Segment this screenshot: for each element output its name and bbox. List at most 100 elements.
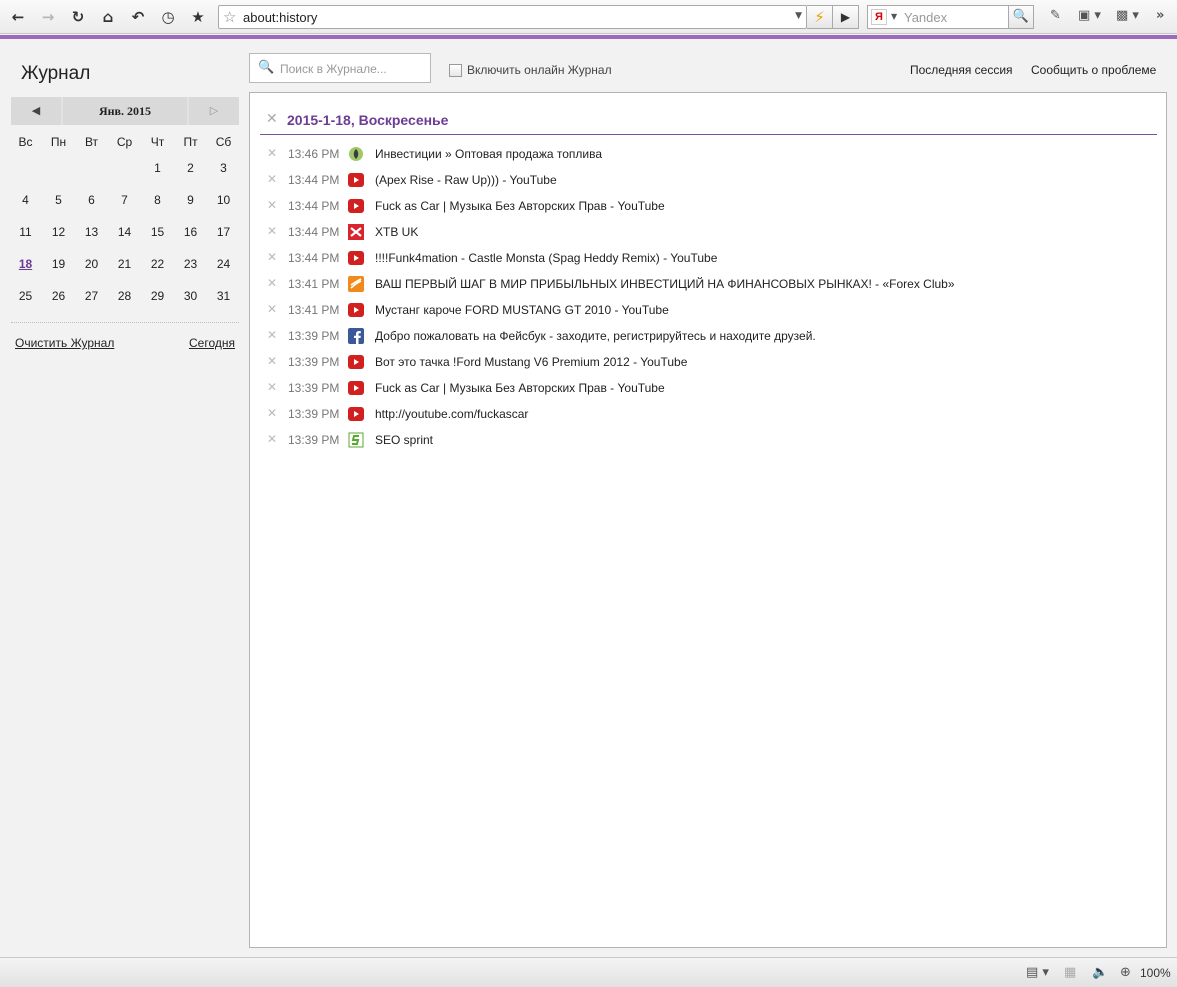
star-outline-icon[interactable]: ☆ <box>223 8 236 26</box>
entry-title-link[interactable]: !!!!Funk4mation - Castle Monsta (Spag He… <box>375 251 717 265</box>
calendar-day[interactable]: 4 <box>9 193 42 207</box>
calendar-day[interactable]: 13 <box>75 225 108 239</box>
history-entry[interactable]: ✕ 13:46 PM Инвестиции » Оптовая продажа то… <box>260 141 1157 167</box>
calendar-day[interactable]: 8 <box>141 193 174 207</box>
remove-entry-icon[interactable]: ✕ <box>267 198 277 212</box>
calendar-day[interactable]: 12 <box>42 225 75 239</box>
calendar-day[interactable]: 20 <box>75 257 108 271</box>
calendar-day[interactable]: 29 <box>141 289 174 303</box>
calendar-day[interactable]: 10 <box>207 193 240 207</box>
web-search-input[interactable]: Yandex <box>904 10 947 25</box>
back-icon[interactable]: ← <box>8 7 28 27</box>
calendar-day[interactable]: 14 <box>108 225 141 239</box>
remove-entry-icon[interactable]: ✕ <box>267 302 277 316</box>
remove-entry-icon[interactable]: ✕ <box>267 146 277 160</box>
address-bar[interactable]: ☆ about:history ▼ <box>218 5 807 29</box>
calendar-day[interactable]: 30 <box>174 289 207 303</box>
history-entry[interactable]: ✕ 13:39 PM http://youtube.com/fuckascar <box>260 401 1157 427</box>
remove-entry-icon[interactable]: ✕ <box>267 276 277 290</box>
history-entry[interactable]: ✕ 13:39 PM Добро пожаловать на Фейсбук - з… <box>260 323 1157 349</box>
last-session-link[interactable]: Последняя сессия <box>910 63 1013 77</box>
address-text[interactable]: about:history <box>243 10 317 25</box>
entry-title-link[interactable]: http://youtube.com/fuckascar <box>375 407 528 421</box>
reload-icon[interactable]: ↻ <box>68 7 88 27</box>
search-icon[interactable]: 🔍 <box>1008 6 1033 28</box>
calendar-day[interactable]: 7 <box>108 193 141 207</box>
entry-title-link[interactable]: Fuck as Car | Музыка Без Авторских Прав … <box>375 381 665 395</box>
online-history-label[interactable]: Включить онлайн Журнал <box>467 63 612 77</box>
calendar-day[interactable]: 5 <box>42 193 75 207</box>
chevron-down-icon[interactable]: ▼ <box>795 11 802 21</box>
calendar-day[interactable]: 18 <box>9 257 42 271</box>
calendar-day[interactable]: 21 <box>108 257 141 271</box>
volume-icon[interactable]: 🔈 <box>1092 965 1108 980</box>
web-search-box[interactable]: Я ▼ Yandex 🔍 <box>867 5 1034 29</box>
image-icon[interactable]: ▦ <box>1064 965 1076 980</box>
lightning-icon[interactable]: ⚡ <box>807 5 833 29</box>
calendar-day[interactable]: 3 <box>207 161 240 175</box>
calendar-day[interactable]: 6 <box>75 193 108 207</box>
entry-title-link[interactable]: Вот это тачка !Ford Mustang V6 Premium 2… <box>375 355 687 369</box>
forward-icon[interactable]: → <box>38 7 58 27</box>
history-search-box[interactable]: 🔍 Поиск в Журнале... <box>249 53 431 83</box>
calendar-day[interactable]: 26 <box>42 289 75 303</box>
clear-history-link[interactable]: Очистить Журнал <box>15 336 114 350</box>
history-entry[interactable]: ✕ 13:39 PM SEO sprint <box>260 427 1157 453</box>
history-entry[interactable]: ✕ 13:44 PM Fuck as Car | Музыка Без Авторс… <box>260 193 1157 219</box>
calendar-day[interactable]: 23 <box>174 257 207 271</box>
remove-entry-icon[interactable]: ✕ <box>267 224 277 238</box>
puzzle-icon[interactable]: ▩ ▾ <box>1116 8 1139 26</box>
zoom-level[interactable]: 100% <box>1140 966 1171 980</box>
entry-title-link[interactable]: SEO sprint <box>375 433 433 447</box>
remove-entry-icon[interactable]: ✕ <box>267 354 277 368</box>
calendar-day[interactable]: 22 <box>141 257 174 271</box>
history-icon[interactable]: ◷ <box>158 7 178 27</box>
calendar-day[interactable]: 28 <box>108 289 141 303</box>
entry-title-link[interactable]: (Apex Rise - Raw Up))) - YouTube <box>375 173 557 187</box>
calendar-day[interactable]: 25 <box>9 289 42 303</box>
calendar-day[interactable]: 17 <box>207 225 240 239</box>
online-history-checkbox[interactable] <box>449 64 462 77</box>
prev-month-button[interactable]: ◀ <box>11 97 61 125</box>
remove-entry-icon[interactable]: ✕ <box>267 172 277 186</box>
home-icon[interactable]: ⌂ <box>98 7 118 27</box>
calendar-day[interactable]: 24 <box>207 257 240 271</box>
history-search-input[interactable]: Поиск в Журнале... <box>280 62 387 76</box>
history-entry[interactable]: ✕ 13:44 PM !!!!Funk4mation - Castle Monsta… <box>260 245 1157 271</box>
remove-entry-icon[interactable]: ✕ <box>267 380 277 394</box>
zoom-icon[interactable]: ⊕ <box>1120 965 1131 980</box>
remove-entry-icon[interactable]: ✕ <box>267 406 277 420</box>
pencil-icon[interactable]: ✎ <box>1050 8 1061 26</box>
go-icon[interactable]: ▶ <box>833 5 859 29</box>
calendar-day[interactable]: 11 <box>9 225 42 239</box>
history-entry[interactable]: ✕ 13:41 PM Мустанг кароче FORD MUSTANG GT … <box>260 297 1157 323</box>
calendar-day[interactable]: 1 <box>141 161 174 175</box>
calendar-day[interactable]: 27 <box>75 289 108 303</box>
calendar-day[interactable]: 31 <box>207 289 240 303</box>
history-entry[interactable]: ✕ 13:39 PM Fuck as Car | Музыка Без Авторс… <box>260 375 1157 401</box>
calendar-day[interactable]: 19 <box>42 257 75 271</box>
next-month-button[interactable]: ▷ <box>189 97 239 125</box>
history-entry[interactable]: ✕ 13:39 PM Вот это тачка !Ford Mustang V6 … <box>260 349 1157 375</box>
yandex-engine-icon[interactable]: Я <box>871 9 887 25</box>
entry-title-link[interactable]: ВАШ ПЕРВЫЙ ШАГ В МИР ПРИБЫЛЬНЫХ ИНВЕСТИЦ… <box>375 277 955 291</box>
calendar-day[interactable]: 16 <box>174 225 207 239</box>
undo-icon[interactable]: ↶ <box>128 7 148 27</box>
remove-entry-icon[interactable]: ✕ <box>267 328 277 342</box>
calendar-day[interactable]: 15 <box>141 225 174 239</box>
calendar-day[interactable]: 2 <box>174 161 207 175</box>
report-problem-link[interactable]: Сообщить о проблеме <box>1031 63 1156 77</box>
engine-dropdown-icon[interactable]: ▼ <box>891 12 897 21</box>
entry-title-link[interactable]: Инвестиции » Оптовая продажа топлива <box>375 147 602 161</box>
camera-icon[interactable]: ▣ ▾ <box>1078 8 1101 26</box>
entry-title-link[interactable]: Добро пожаловать на Фейсбук - заходите, … <box>375 329 816 343</box>
close-icon[interactable]: ✕ <box>266 111 278 127</box>
bookmark-star-icon[interactable]: ★ <box>188 7 208 27</box>
entry-title-link[interactable]: Fuck as Car | Музыка Без Авторских Прав … <box>375 199 665 213</box>
history-entry[interactable]: ✕ 13:41 PM ВАШ ПЕРВЫЙ ШАГ В МИР ПРИБЫЛЬНЫХ… <box>260 271 1157 297</box>
entry-title-link[interactable]: XTB UK <box>375 225 418 239</box>
calendar-day[interactable]: 9 <box>174 193 207 207</box>
remove-entry-icon[interactable]: ✕ <box>267 432 277 446</box>
activity-icon[interactable]: ▤ ▾ <box>1026 965 1049 980</box>
today-link[interactable]: Сегодня <box>189 336 235 350</box>
